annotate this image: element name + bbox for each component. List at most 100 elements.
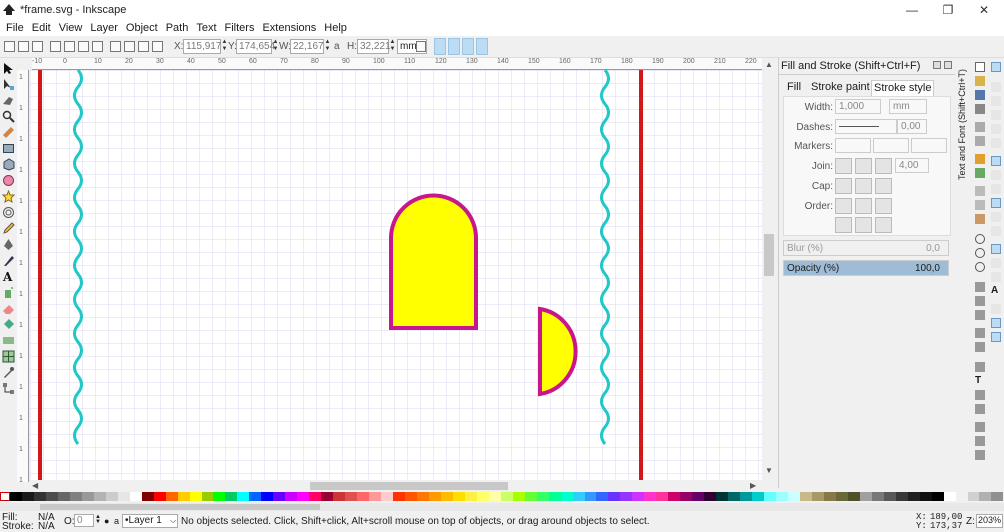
spiral-tool-icon[interactable] <box>2 206 15 219</box>
xml-editor-icon[interactable] <box>975 404 985 414</box>
blur-slider[interactable]: Blur (%) 0,0 <box>783 240 949 256</box>
scroll-left-icon[interactable]: ◀ <box>32 481 38 490</box>
palette-swatch[interactable] <box>416 492 429 501</box>
snap-bbox-edge-icon[interactable] <box>991 96 1001 106</box>
menu-extensions[interactable]: Extensions <box>258 22 320 34</box>
selector-tool-icon[interactable] <box>2 62 15 75</box>
palette-swatch[interactable] <box>177 492 190 501</box>
preferences-icon[interactable] <box>975 436 985 446</box>
eraser-tool-icon[interactable] <box>2 302 15 315</box>
palette-swatch[interactable] <box>237 492 250 501</box>
duplicate-icon[interactable] <box>975 282 985 292</box>
dialog-detach-icon[interactable] <box>933 61 941 69</box>
zoom-drawing-icon[interactable] <box>975 248 985 258</box>
palette-swatch[interactable] <box>285 492 298 501</box>
palette-swatch[interactable] <box>536 492 549 501</box>
connector-tool-icon[interactable] <box>2 382 15 395</box>
palette-swatch[interactable] <box>189 492 202 501</box>
palette-swatch[interactable] <box>728 492 741 501</box>
pen-tool-icon[interactable] <box>2 238 15 251</box>
palette-swatch[interactable] <box>608 492 621 501</box>
palette-swatch[interactable] <box>572 492 585 501</box>
vertical-scroll-thumb[interactable] <box>764 234 774 276</box>
w-spinner[interactable]: ▲ ▼ <box>324 39 331 54</box>
palette-swatch[interactable] <box>895 492 908 501</box>
scroll-up-icon[interactable]: ▲ <box>765 60 773 69</box>
palette-swatch[interactable] <box>859 492 872 501</box>
minimize-button[interactable]: — <box>894 0 930 19</box>
ungroup-icon[interactable] <box>975 342 985 352</box>
palette-swatch[interactable] <box>93 492 106 501</box>
rectangle-tool-icon[interactable] <box>2 142 15 155</box>
join-miter-button[interactable] <box>835 158 852 174</box>
drawing-canvas[interactable] <box>30 70 762 480</box>
open-icon[interactable] <box>975 76 985 86</box>
snap-bbox-midpoint-icon[interactable] <box>991 124 1001 134</box>
palette-swatch[interactable] <box>955 492 968 501</box>
palette-swatch[interactable] <box>524 492 537 501</box>
palette-swatch[interactable] <box>991 492 1004 501</box>
lower-icon[interactable] <box>138 41 149 52</box>
palette-swatch[interactable] <box>799 492 812 501</box>
palette-swatch[interactable] <box>787 492 800 501</box>
snap-smooth-nodes-icon[interactable] <box>991 212 1001 222</box>
palette-swatch[interactable] <box>488 492 501 501</box>
hide-layer-icon[interactable]: ● <box>104 516 109 526</box>
scroll-right-icon[interactable]: ▶ <box>750 481 756 490</box>
layers-icon[interactable] <box>975 390 985 400</box>
palette-swatch[interactable] <box>381 492 393 501</box>
select-all-layers-icon[interactable] <box>18 41 29 52</box>
palette-swatch[interactable] <box>883 492 896 501</box>
palette-swatch[interactable] <box>201 492 214 501</box>
node-tool-icon[interactable] <box>2 78 15 91</box>
palette-swatch[interactable] <box>357 492 370 501</box>
palette-swatch[interactable] <box>452 492 465 501</box>
palette-swatch[interactable] <box>764 492 776 501</box>
palette-swatch[interactable] <box>333 492 346 501</box>
width-field[interactable]: 1,000 <box>835 99 881 114</box>
cap-square-button[interactable] <box>875 178 892 194</box>
star-tool-icon[interactable] <box>2 190 15 203</box>
width-unit-select[interactable]: mm <box>889 99 927 114</box>
new-document-icon[interactable] <box>975 62 985 72</box>
x-spinner[interactable]: ▲ ▼ <box>221 39 228 54</box>
palette-swatch[interactable] <box>740 492 753 501</box>
paste-icon[interactable] <box>975 214 985 224</box>
mesh-tool-icon[interactable] <box>2 350 15 363</box>
group-icon[interactable] <box>975 328 985 338</box>
order-stroke-fill-button[interactable] <box>855 198 872 214</box>
palette-swatch[interactable] <box>752 492 765 501</box>
transform-gradients-button[interactable] <box>462 38 474 55</box>
transform-patterns-button[interactable] <box>476 38 488 55</box>
palette-swatch[interactable] <box>823 492 836 501</box>
snap-text-baseline-icon[interactable]: A <box>991 286 1001 296</box>
redo-icon[interactable] <box>975 168 985 178</box>
palette-swatch[interactable] <box>943 492 956 501</box>
palette-swatch[interactable] <box>81 492 94 501</box>
snap-bbox-icon[interactable] <box>991 82 1001 92</box>
palette-swatch[interactable] <box>548 492 561 501</box>
snap-toggle-icon[interactable] <box>991 62 1001 72</box>
palette-swatch[interactable] <box>668 492 681 501</box>
measure-tool-icon[interactable] <box>2 126 15 139</box>
snap-line-midpoints-icon[interactable] <box>991 226 1001 236</box>
palette-swatch[interactable] <box>716 492 729 501</box>
palette-swatch[interactable] <box>919 492 932 501</box>
palette-swatch[interactable] <box>69 492 82 501</box>
opacity-status-field[interactable]: 0 <box>74 514 94 527</box>
tab-fill[interactable]: Fill <box>785 80 803 96</box>
h-field[interactable]: 32,221 <box>357 39 391 54</box>
palette-swatch[interactable] <box>632 492 645 501</box>
snap-rotation-centers-icon[interactable] <box>991 272 1001 282</box>
horizontal-scroll-thumb[interactable] <box>310 482 508 490</box>
palette-swatch[interactable] <box>225 492 238 501</box>
order-markers-button[interactable] <box>875 198 892 214</box>
palette-swatch[interactable] <box>117 492 130 501</box>
palette-swatch[interactable] <box>584 492 597 501</box>
menu-filters[interactable]: Filters <box>221 22 259 34</box>
raise-to-top-icon[interactable] <box>110 41 121 52</box>
y-spinner[interactable]: ▲ ▼ <box>272 39 279 54</box>
text-dialog-icon[interactable]: T <box>975 376 985 386</box>
palette-scrollbar[interactable] <box>0 503 1004 511</box>
palette-swatch[interactable] <box>560 492 573 501</box>
